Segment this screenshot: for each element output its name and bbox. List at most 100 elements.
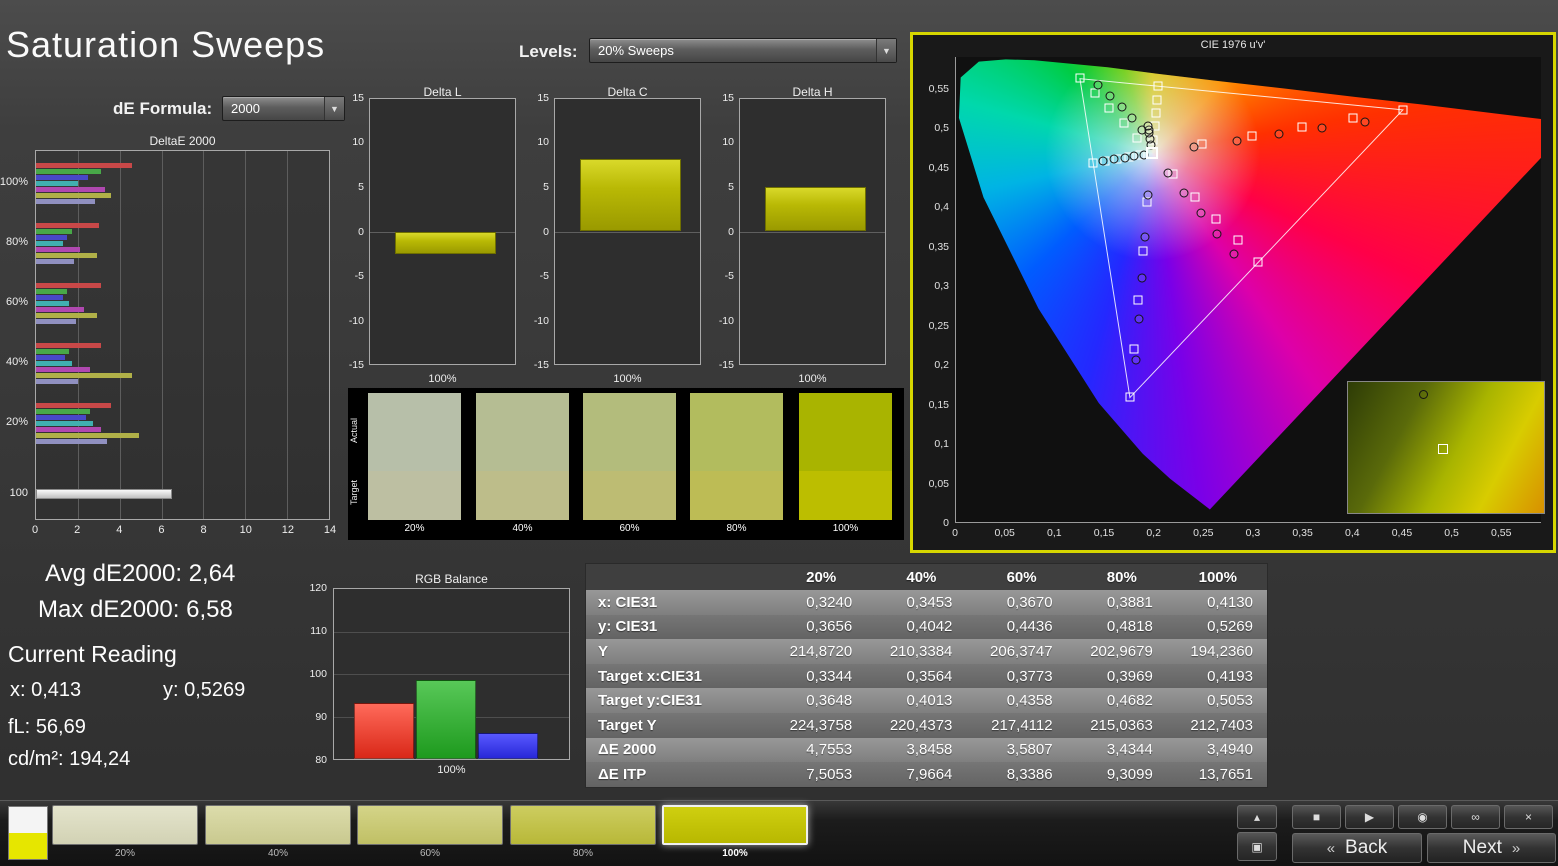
comparison-swatch xyxy=(799,393,892,520)
cie-measurement-marker xyxy=(1189,142,1199,152)
comparison-swatch-label: 20% xyxy=(404,523,425,534)
reading-cdm2-label: cd/m²: xyxy=(8,748,64,770)
cie-measurement-marker xyxy=(1140,232,1150,242)
reading-x-value: 0,413 xyxy=(31,679,82,701)
table-row: x: CIE31 0,3240 0,3453 0,3670 0,3881 0,4130 xyxy=(586,590,1267,615)
reading-x: x: 0,413 xyxy=(10,679,81,702)
table-row-label: x: CIE31 xyxy=(598,593,658,611)
reading-fl: fL: 56,69 xyxy=(8,716,86,739)
cie-measurement-marker xyxy=(1134,314,1144,324)
table-cell: 4,7553 xyxy=(806,741,853,759)
pattern-window-button[interactable]: ▣ xyxy=(1237,832,1277,861)
pattern-swatch-color xyxy=(205,805,351,845)
deltae2000-bar xyxy=(36,360,72,366)
cie-target-marker xyxy=(1247,131,1257,141)
cie-whitepoint-marker xyxy=(1146,147,1159,160)
avg-de2000-value: 2,64 xyxy=(188,560,236,587)
bottom-bar: 20% 40% 60% 80% 100% ▴ ▣ ■ ▶ ◉ ∞ × « Back Next » xyxy=(0,800,1558,866)
deltae2000-category-label: 80% xyxy=(5,236,28,248)
cie-measurement-marker xyxy=(1229,249,1239,259)
table-cell: 0,3453 xyxy=(906,593,953,611)
table-column-header: 60% xyxy=(1006,568,1037,586)
rgb-balance-chart: RGB Balance 120 110 100 90 80 100% xyxy=(300,572,580,784)
deltae2000-x-tick-label: 0 xyxy=(31,524,39,536)
cie-zoom-inset xyxy=(1347,381,1545,514)
max-de2000-label: Max dE2000: xyxy=(38,596,180,623)
reading-cdm2: cd/m²: 194,24 xyxy=(8,748,130,771)
de-formula-dropdown[interactable]: 2000 ▼ xyxy=(222,96,345,121)
delta-h-category: 100% xyxy=(798,373,827,385)
deltae2000-gridline xyxy=(287,151,289,519)
comparison-swatch xyxy=(476,393,569,520)
actual-color-swatch xyxy=(799,393,892,471)
cie-measurement-marker xyxy=(1360,117,1369,127)
target-color-swatch xyxy=(799,471,892,520)
delta-c-title: Delta C xyxy=(607,85,648,99)
table-row-label: y: CIE31 xyxy=(598,618,658,636)
table-row-label: ΔE ITP xyxy=(598,765,647,783)
levels-dropdown[interactable]: 20% Sweeps ▼ xyxy=(589,38,897,63)
cie-measurement-marker xyxy=(1105,91,1115,101)
de-formula-label: dE Formula: xyxy=(113,99,213,118)
cie-target-marker xyxy=(1152,95,1162,105)
chevron-down-icon: ▼ xyxy=(324,97,344,120)
delta-h-y-tick-label: -5 xyxy=(724,269,734,282)
deltae2000-bar xyxy=(36,288,68,294)
delta-c-y-tick-label: -10 xyxy=(533,314,549,327)
table-cell: 0,4436 xyxy=(1006,618,1053,636)
table-row-label: ΔE 2000 xyxy=(598,741,657,759)
rgb-y-tick-label: 100 xyxy=(309,668,327,680)
deltae2000-bar xyxy=(36,234,68,240)
delta-l-y-tick-label: -15 xyxy=(348,359,364,371)
pattern-swatch-80%[interactable]: 80% xyxy=(510,805,656,863)
cie-x-tick-label: 0,15 xyxy=(1093,527,1115,539)
cie-measurement-marker xyxy=(1127,113,1137,123)
delta-c-plot xyxy=(554,98,701,365)
deltae2000-bar xyxy=(36,198,95,204)
table-cell: 0,4130 xyxy=(1207,593,1253,611)
table-cell: 0,5053 xyxy=(1207,692,1253,710)
pattern-swatch-label: 60% xyxy=(419,848,440,859)
cie-x-tick-label: 0,45 xyxy=(1391,527,1413,539)
play-button[interactable]: ▶ xyxy=(1345,805,1394,829)
calibration-app: Saturation Sweeps Levels: 20% Sweeps ▼ d… xyxy=(0,0,1558,866)
cie-measurement-marker xyxy=(1232,136,1242,146)
pattern-swatch-40%[interactable]: 40% xyxy=(205,805,351,863)
actual-color-swatch xyxy=(368,393,461,471)
deltae2000-gridline xyxy=(161,151,163,519)
pattern-swatch-100%[interactable]: 100% xyxy=(662,805,808,863)
max-de2000-value: 6,58 xyxy=(186,596,233,623)
cie-x-tick-label: 0,5 xyxy=(1444,527,1459,539)
cie-target-marker xyxy=(1398,105,1408,115)
stop-button[interactable]: ■ xyxy=(1292,805,1341,829)
deltae2000-x-tick-label: 2 xyxy=(74,524,81,536)
table-cell: 202,9679 xyxy=(1090,642,1153,660)
delta-h-y-tick-label: 0 xyxy=(728,225,734,238)
next-button-label: Next xyxy=(1462,837,1502,858)
cie-y-tick-label: 0,25 xyxy=(928,319,949,332)
meter-button[interactable]: ◉ xyxy=(1398,805,1447,829)
table-cell: 0,3881 xyxy=(1106,593,1153,611)
delta-l-ylabels: 15 10 5 0 -5 -10 -15 xyxy=(347,92,366,371)
pattern-swatch-60%[interactable]: 60% xyxy=(357,805,503,863)
delta-l-chart: Delta L 15 10 5 0 -5 -10 -15 100% xyxy=(347,85,517,390)
rgb-balance-category: 100% xyxy=(437,764,466,776)
back-button[interactable]: « Back xyxy=(1292,833,1422,863)
table-cell: 220,4373 xyxy=(889,716,953,734)
deltae2000-bar xyxy=(36,318,76,324)
cie-y-tick-label: 0,4 xyxy=(934,201,949,214)
delta-c-ylabels: 15 10 5 0 -5 -10 -15 xyxy=(532,92,551,371)
deltae2000-category-label: 60% xyxy=(5,296,28,308)
delta-c-y-tick-label: 10 xyxy=(537,136,549,149)
deltae2000-category-label: 40% xyxy=(5,356,28,368)
pattern-swatch-20%[interactable]: 20% xyxy=(52,805,198,863)
continuous-button[interactable]: ∞ xyxy=(1451,805,1500,829)
close-button[interactable]: × xyxy=(1504,805,1553,829)
deltae2000-bar xyxy=(36,240,64,246)
expand-button[interactable]: ▴ xyxy=(1237,805,1277,829)
delta-c-chart: Delta C 15 10 5 0 -5 -10 -15 100% xyxy=(532,85,702,390)
cie-target-marker xyxy=(1348,113,1358,123)
next-button[interactable]: Next » xyxy=(1427,833,1556,863)
cie-y-tick-label: 0 xyxy=(943,517,949,529)
table-cell: 9,3099 xyxy=(1106,765,1153,783)
